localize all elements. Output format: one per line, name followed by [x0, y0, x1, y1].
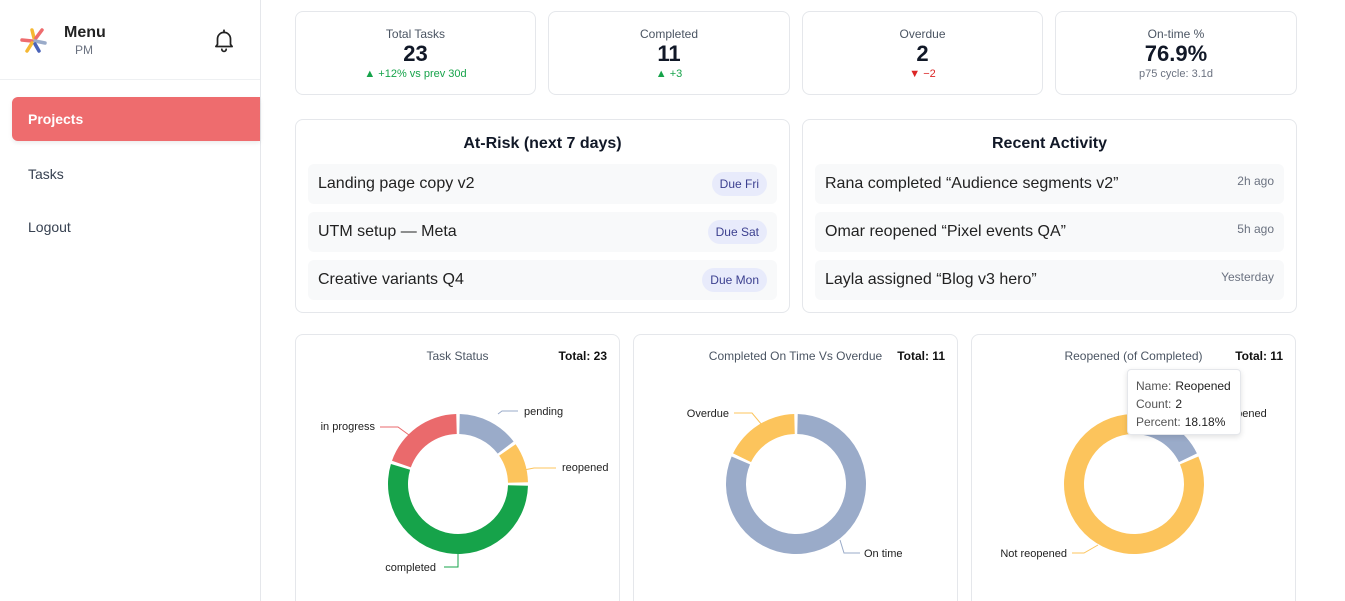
slice-label-completed: completed	[385, 562, 436, 574]
on-time-vs-overdue-donut-chart[interactable]: On time Overdue	[634, 335, 958, 601]
sidebar: Menu PM Projects Tasks Logout	[0, 0, 261, 601]
activity-text: Layla assigned “Blog v3 hero”	[825, 271, 1037, 288]
notifications-bell-icon[interactable]	[211, 27, 237, 53]
activity-item[interactable]: Rana completed “Audience segments v2” 2h…	[815, 164, 1284, 204]
at-risk-item-name: Creative variants Q4	[318, 271, 464, 288]
donut-slice-in-progress[interactable]	[391, 414, 457, 468]
due-badge: Due Mon	[702, 268, 767, 292]
brand-title: Menu	[64, 24, 106, 41]
at-risk-item[interactable]: Landing page copy v2 Due Fri	[308, 164, 777, 204]
chart-total: Total: 11	[1235, 349, 1283, 363]
task-status-chart-card: pending reopened completed in progress Task…	[295, 334, 620, 601]
donut-slice-reopened[interactable]	[499, 444, 528, 483]
donut-slice-pending[interactable]	[459, 414, 514, 454]
due-badge: Due Fri	[711, 172, 767, 196]
label-leader-line	[497, 410, 518, 415]
tooltip-count: 2	[1175, 397, 1183, 411]
chart-total: Total: 11	[897, 349, 945, 363]
stat-card-on-time: On-time % 76.9% p75 cycle: 3.1d	[1055, 11, 1297, 95]
stat-delta: p75 cycle: 3.1d	[1139, 68, 1213, 80]
slice-label-overdue: Overdue	[687, 408, 729, 420]
nav-item-logout[interactable]: Logout	[12, 205, 260, 249]
activity-item[interactable]: Layla assigned “Blog v3 hero” Yesterday	[815, 260, 1284, 300]
activity-item[interactable]: Omar reopened “Pixel events QA” 5h ago	[815, 212, 1284, 252]
due-badge: Due Sat	[707, 220, 767, 244]
at-risk-panel: At-Risk (next 7 days) Landing page copy …	[295, 119, 790, 313]
label-leader-line	[523, 467, 556, 471]
donut-slice-overdue[interactable]	[733, 414, 795, 463]
recent-activity-panel: Recent Activity Rana completed “Audience…	[802, 119, 1297, 313]
slice-label-reopened: reopened	[562, 462, 609, 474]
donut-slice-completed[interactable]	[388, 464, 528, 554]
stat-delta: ▲ +3	[655, 68, 683, 80]
stat-value: 23	[403, 41, 428, 66]
tooltip-percent-label: Percent:	[1136, 415, 1181, 429]
tooltip-name-label: Name:	[1136, 379, 1172, 393]
nav-item-tasks[interactable]: Tasks	[12, 152, 260, 196]
stat-card-completed: Completed 11 ▲ +3	[548, 11, 790, 95]
stat-card-total-tasks: Total Tasks 23 ▲ +12% vs prev 30d	[295, 11, 536, 95]
stat-label: Overdue	[899, 27, 946, 41]
reopened-chart-card: Reopened Not reopened Reopened (of Comple…	[971, 334, 1296, 601]
at-risk-title: At-Risk (next 7 days)	[463, 135, 622, 152]
slice-label-in-progress: in progress	[321, 421, 376, 433]
stat-label: Total Tasks	[385, 27, 446, 41]
activity-text: Omar reopened “Pixel events QA”	[825, 223, 1066, 240]
tooltip-count-label: Count:	[1136, 397, 1172, 411]
at-risk-item-name: Landing page copy v2	[318, 175, 475, 192]
at-risk-item[interactable]: Creative variants Q4 Due Mon	[308, 260, 777, 300]
nav-item-projects[interactable]: Projects	[12, 97, 260, 141]
stat-label: On-time %	[1147, 27, 1205, 41]
activity-time: 5h ago	[1237, 222, 1274, 236]
at-risk-item[interactable]: UTM setup — Meta Due Sat	[308, 212, 777, 252]
label-leader-line	[734, 412, 763, 426]
label-leader-line	[1072, 544, 1099, 554]
brand-header: Menu PM	[0, 0, 260, 80]
at-risk-item-name: UTM setup — Meta	[318, 223, 457, 240]
chart-total: Total: 23	[558, 349, 607, 363]
activity-time: Yesterday	[1221, 270, 1274, 284]
slice-label-not-reopened: Not reopened	[1000, 548, 1067, 560]
label-leader-line	[380, 426, 410, 436]
stat-label: Completed	[639, 27, 699, 41]
stat-delta: ▲ +12% vs prev 30d	[364, 68, 467, 80]
chart-tooltip: Name: Reopened Count: 2 Percent: 18.18%	[1127, 369, 1241, 435]
slice-label-pending: pending	[524, 406, 563, 418]
task-status-donut-chart[interactable]: pending reopened completed in progress	[296, 335, 620, 601]
brand-subtitle: PM	[75, 43, 93, 57]
label-leader-line	[839, 539, 860, 554]
label-leader-line	[444, 554, 459, 568]
stat-value: 76.9%	[1144, 41, 1208, 66]
stat-card-overdue: Overdue 2 ▼ −2	[802, 11, 1043, 95]
stat-delta: ▼ −2	[909, 68, 936, 80]
stat-value: 11	[657, 41, 681, 66]
tooltip-percent: 18.18%	[1184, 415, 1226, 429]
activity-time: 2h ago	[1237, 174, 1274, 188]
on-time-vs-overdue-chart-card: On time Overdue Completed On Time Vs Over…	[633, 334, 958, 601]
slice-label-on-time: On time	[864, 548, 903, 560]
app-logo-icon	[20, 28, 47, 53]
tooltip-name: Reopened	[1175, 379, 1231, 393]
recent-activity-title: Recent Activity	[992, 135, 1107, 152]
stat-value: 2	[916, 41, 929, 66]
activity-text: Rana completed “Audience segments v2”	[825, 175, 1119, 192]
